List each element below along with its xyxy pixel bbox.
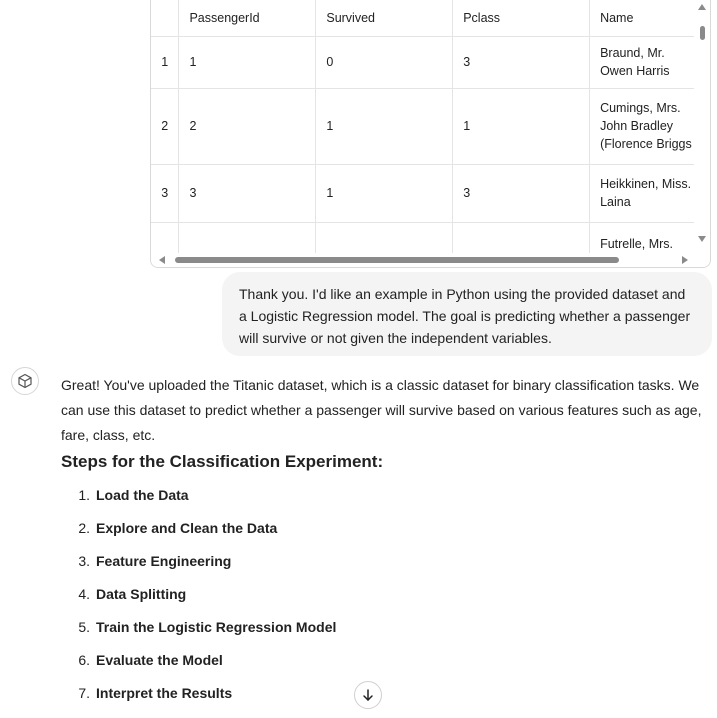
table-row: 3 3 1 3 Heikkinen, Miss. Laina bbox=[151, 164, 710, 223]
cell-survived: 0 bbox=[315, 36, 454, 89]
list-item: 7. Interpret the Results bbox=[61, 685, 336, 718]
column-header-name[interactable]: Name bbox=[589, 0, 710, 37]
list-item: 3. Feature Engineering bbox=[61, 553, 336, 586]
column-header-passengerid[interactable]: PassengerId bbox=[178, 0, 317, 37]
cell-passengerid: 1 bbox=[178, 36, 317, 89]
step-number: 7. bbox=[78, 685, 90, 701]
step-number: 3. bbox=[78, 553, 90, 569]
row-index: 2 bbox=[151, 88, 180, 165]
step-label: Train the Logistic Regression Model bbox=[96, 619, 337, 635]
step-label: Interpret the Results bbox=[96, 685, 233, 701]
user-message-bubble: Thank you. I'd like an example in Python… bbox=[222, 272, 712, 356]
horizontal-scrollbar-thumb[interactable] bbox=[175, 257, 619, 263]
cell-name-text: Braund, Mr. Owen Harris bbox=[600, 46, 670, 78]
step-number: 5. bbox=[78, 619, 90, 635]
scroll-to-bottom-button[interactable] bbox=[354, 681, 382, 709]
list-item: 1. Load the Data bbox=[61, 487, 336, 520]
cell-pclass: 3 bbox=[452, 36, 591, 89]
list-item: 2. Explore and Clean the Data bbox=[61, 520, 336, 553]
cell-passengerid: 3 bbox=[178, 164, 317, 223]
vertical-scrollbar-thumb[interactable] bbox=[700, 26, 705, 40]
horizontal-scrollbar[interactable] bbox=[151, 253, 710, 267]
cell-name: Cumings, Mrs. John Bradley (Florence Bri… bbox=[589, 88, 710, 165]
scroll-up-arrow-icon[interactable] bbox=[698, 4, 706, 10]
list-item: 6. Evaluate the Model bbox=[61, 652, 336, 685]
table-row: 2 2 1 1 Cumings, Mrs. John Bradley (Flor… bbox=[151, 88, 710, 165]
dataframe-table-widget[interactable]: PassengerId Survived Pclass Name 1 1 0 3… bbox=[150, 0, 711, 268]
cell-name: Heikkinen, Miss. Laina bbox=[589, 164, 710, 223]
step-label: Evaluate the Model bbox=[96, 652, 223, 668]
cell-survived: 1 bbox=[315, 88, 454, 165]
scroll-left-arrow-icon[interactable] bbox=[159, 256, 165, 264]
cell-survived: 1 bbox=[315, 164, 454, 223]
steps-heading: Steps for the Classification Experiment: bbox=[61, 452, 384, 471]
dataframe-table: PassengerId Survived Pclass Name 1 1 0 3… bbox=[151, 0, 710, 267]
row-index: 3 bbox=[151, 164, 180, 223]
column-header-survived[interactable]: Survived bbox=[315, 0, 454, 37]
cell-pclass: 1 bbox=[452, 88, 591, 165]
cell-pclass: 3 bbox=[452, 164, 591, 223]
user-message-text: Thank you. I'd like an example in Python… bbox=[239, 286, 691, 346]
list-item: 4. Data Splitting bbox=[61, 586, 336, 619]
column-header-pclass[interactable]: Pclass bbox=[452, 0, 591, 37]
column-header-index bbox=[151, 0, 180, 37]
step-label: Load the Data bbox=[96, 487, 189, 503]
cell-name: Braund, Mr. Owen Harris bbox=[589, 36, 710, 89]
step-number: 2. bbox=[78, 520, 90, 536]
cell-name-text: Futrelle, Mrs. bbox=[600, 236, 673, 251]
cell-name-text: Cumings, Mrs. John Bradley (Florence Bri… bbox=[600, 101, 692, 151]
scroll-right-arrow-icon[interactable] bbox=[682, 256, 688, 264]
cell-passengerid: 2 bbox=[178, 88, 317, 165]
step-label: Data Splitting bbox=[96, 586, 187, 602]
steps-list: 1. Load the Data 2. Explore and Clean the … bbox=[61, 487, 336, 718]
scroll-down-arrow-icon[interactable] bbox=[698, 236, 706, 242]
row-index: 1 bbox=[151, 36, 180, 89]
arrow-down-icon bbox=[363, 689, 373, 701]
list-item: 5. Train the Logistic Regression Model bbox=[61, 619, 336, 652]
step-number: 1. bbox=[78, 487, 90, 503]
cell-name-text: Heikkinen, Miss. Laina bbox=[600, 177, 692, 209]
step-label: Feature Engineering bbox=[96, 553, 232, 569]
assistant-intro-text: Great! You've uploaded the Titanic datas… bbox=[61, 377, 702, 443]
assistant-cube-icon bbox=[11, 367, 39, 395]
step-label: Explore and Clean the Data bbox=[96, 520, 278, 536]
step-number: 4. bbox=[78, 586, 90, 602]
vertical-scrollbar[interactable] bbox=[694, 0, 710, 254]
table-header-row: PassengerId Survived Pclass Name bbox=[151, 0, 710, 37]
step-number: 6. bbox=[78, 652, 90, 668]
table-row: 1 1 0 3 Braund, Mr. Owen Harris bbox=[151, 36, 710, 89]
